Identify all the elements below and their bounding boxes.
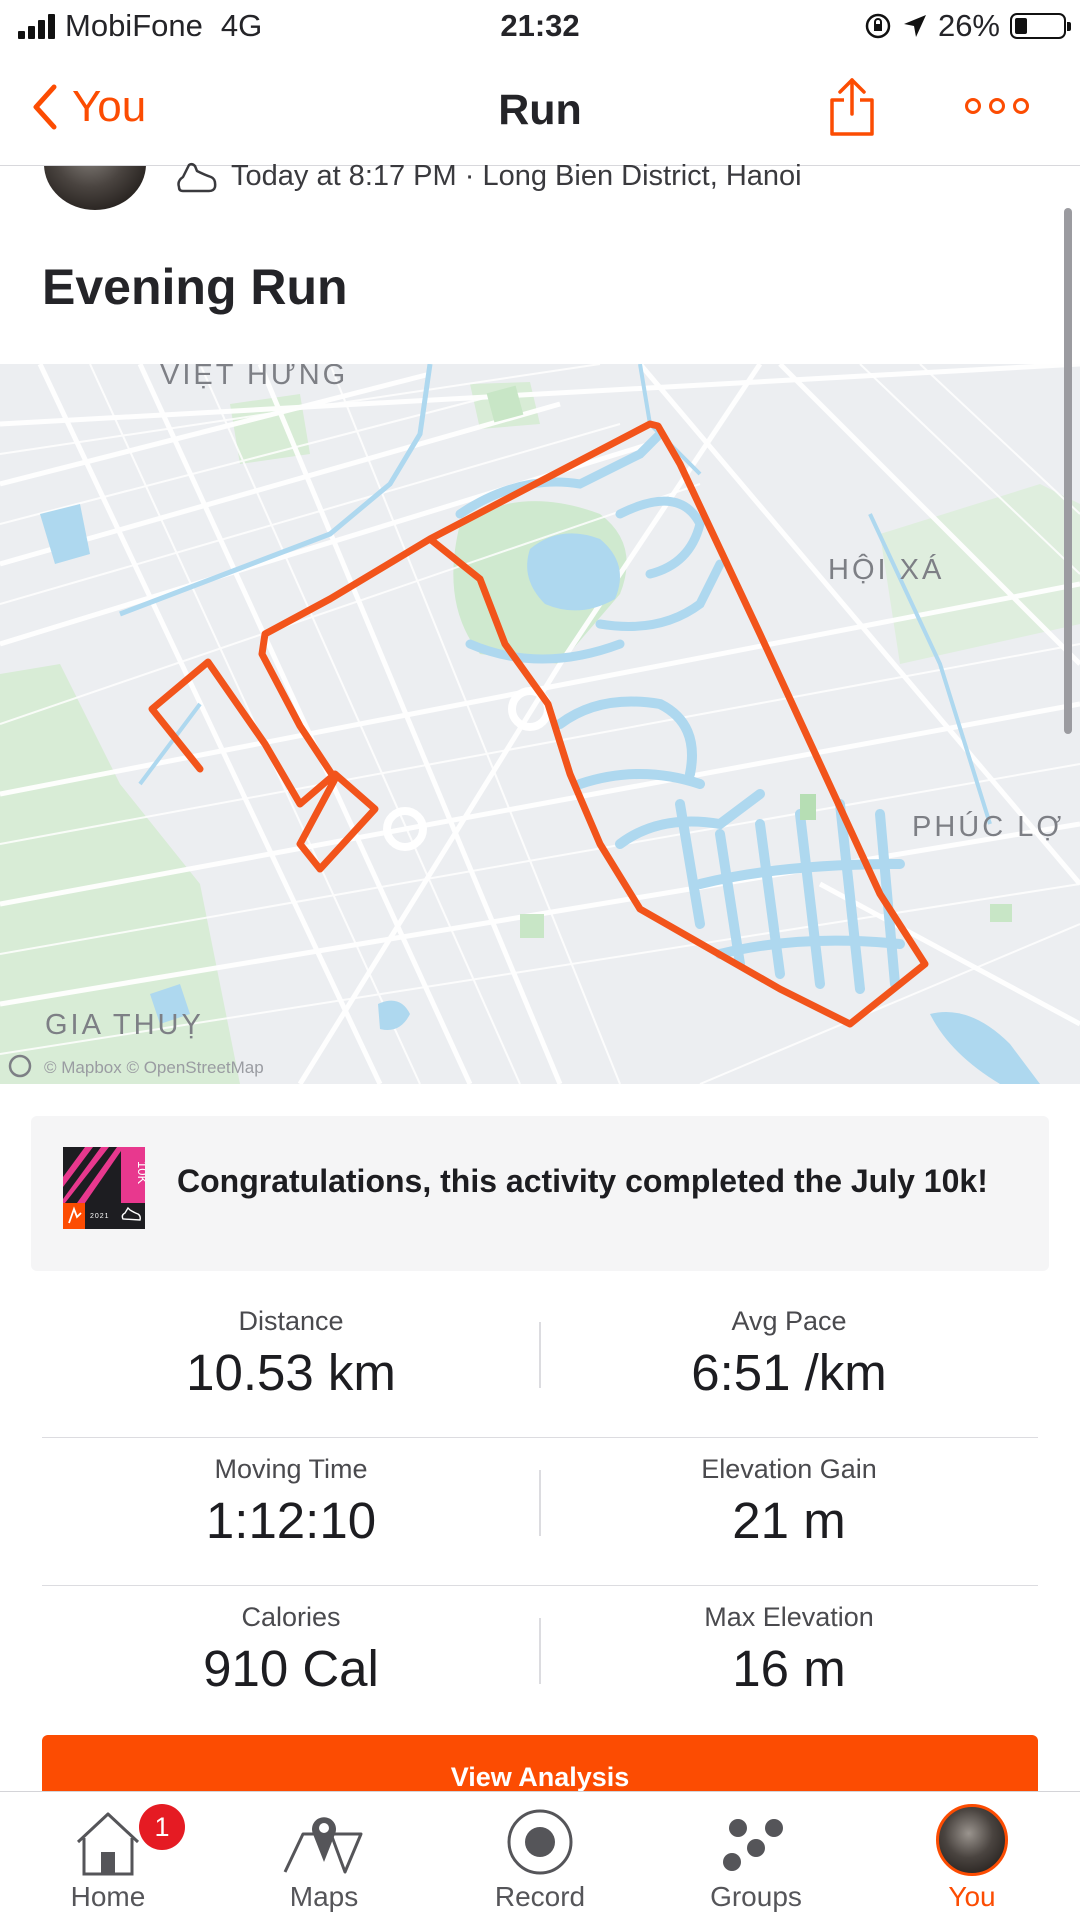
stats-row: Distance 10.53 km Avg Pace 6:51 /km: [42, 1290, 1038, 1438]
tab-home[interactable]: 1 Home: [0, 1792, 216, 1920]
stat-label: Calories: [241, 1602, 341, 1632]
stat-distance: Distance 10.53 km: [42, 1306, 540, 1402]
more-dot-icon: [1013, 98, 1029, 114]
activity-map[interactable]: VIỆT HƯNG HỘI XÁ PHÚC LỢ GIA THUỴ © Mapb…: [0, 364, 1080, 1084]
stats-grid: Distance 10.53 km Avg Pace 6:51 /km Movi…: [42, 1290, 1038, 1734]
map-label-hoi-xa: HỘI XÁ: [828, 552, 944, 586]
battery-icon: [1010, 13, 1071, 39]
stats-row: Moving Time 1:12:10 Elevation Gain 21 m: [42, 1438, 1038, 1586]
more-dot-icon: [965, 98, 981, 114]
tab-label: You: [948, 1881, 996, 1912]
stat-max-elevation: Max Elevation 16 m: [540, 1602, 1038, 1698]
challenge-badge-icon: 10K 2021: [63, 1147, 145, 1229]
stat-value: 910 Cal: [203, 1640, 379, 1697]
tab-bar: 1 Home Maps Record Groups You: [0, 1791, 1080, 1920]
map-label-phuc-loi: PHÚC LỢ: [912, 810, 1064, 843]
map-canvas: VIỆT HƯNG HỘI XÁ PHÚC LỢ GIA THUỴ © Mapb…: [0, 364, 1080, 1084]
tab-label: Home: [70, 1881, 146, 1912]
status-bar: MobiFone 4G 21:32 26%: [0, 0, 1080, 56]
green-patch: [800, 794, 816, 820]
stat-value: 6:51 /km: [691, 1344, 887, 1401]
notification-badge: 1: [139, 1804, 185, 1850]
activity-title: Evening Run: [42, 259, 348, 315]
challenge-card[interactable]: 10K 2021 Congratulations, this activity …: [31, 1116, 1049, 1271]
tab-label: Record: [494, 1881, 586, 1912]
nav-bar: You Run: [0, 56, 1080, 166]
tab-label: Maps: [289, 1881, 359, 1912]
map-label-gia-thuy: GIA THUỴ: [45, 1009, 204, 1041]
share-button[interactable]: [828, 76, 876, 143]
stat-label: Max Elevation: [704, 1602, 874, 1632]
activity-date-location: Today at 8:17 PM · Long Bien District, H…: [231, 160, 802, 192]
lake: [527, 533, 620, 611]
avatar: [936, 1804, 1008, 1876]
tab-you[interactable]: You: [864, 1792, 1080, 1920]
stat-moving-time: Moving Time 1:12:10: [42, 1454, 540, 1550]
groups-icon: [723, 1819, 783, 1871]
stat-value: 1:12:10: [205, 1492, 377, 1549]
tab-maps[interactable]: Maps: [216, 1792, 432, 1920]
record-icon: [507, 1809, 573, 1875]
map-pin-icon: [283, 1817, 363, 1874]
stat-elevation-gain: Elevation Gain 21 m: [540, 1454, 1038, 1550]
challenge-message: Congratulations, this activity completed…: [177, 1163, 988, 1199]
shoe-icon: [177, 162, 217, 192]
green-patch: [520, 914, 544, 938]
page-title: Run: [498, 86, 582, 134]
map-label-viet-hung: VIỆT HƯNG: [160, 364, 348, 391]
orientation-lock-icon: [865, 13, 891, 39]
stat-value: 16 m: [732, 1640, 846, 1697]
stat-label: Distance: [238, 1306, 344, 1336]
stat-calories: Calories 910 Cal: [42, 1602, 540, 1698]
badge-year-text: 2021: [90, 1213, 110, 1220]
map-attribution: © Mapbox © OpenStreetMap: [44, 1058, 264, 1077]
stat-avg-pace: Avg Pace 6:51 /km: [540, 1306, 1038, 1402]
badge-10k-text: 10K: [135, 1161, 145, 1184]
more-dot-icon: [989, 98, 1005, 114]
tab-record[interactable]: Record: [432, 1792, 648, 1920]
battery-percent: 26%: [937, 8, 1000, 43]
green-patch: [990, 904, 1012, 922]
stat-label: Moving Time: [214, 1454, 368, 1484]
scrollbar[interactable]: [1064, 208, 1072, 734]
share-icon: [830, 78, 874, 136]
stat-label: Elevation Gain: [701, 1454, 877, 1484]
activity-page: { "status_bar": { "carrier": "MobiFone",…: [0, 0, 1080, 1920]
location-arrow-icon: [903, 15, 926, 37]
stats-row: Calories 910 Cal Max Elevation 16 m: [42, 1586, 1038, 1734]
tab-groups[interactable]: Groups: [648, 1792, 864, 1920]
tab-label: Groups: [710, 1881, 802, 1912]
activity-meta: Today at 8:17 PM · Long Bien District, H…: [175, 160, 802, 193]
more-options-button[interactable]: [965, 98, 1029, 114]
stat-value: 21 m: [732, 1492, 846, 1549]
stat-label: Avg Pace: [731, 1306, 847, 1336]
stat-value: 10.53 km: [186, 1344, 396, 1401]
home-icon: [76, 1812, 140, 1876]
july-10k-badge: 10K 2021: [63, 1147, 145, 1229]
